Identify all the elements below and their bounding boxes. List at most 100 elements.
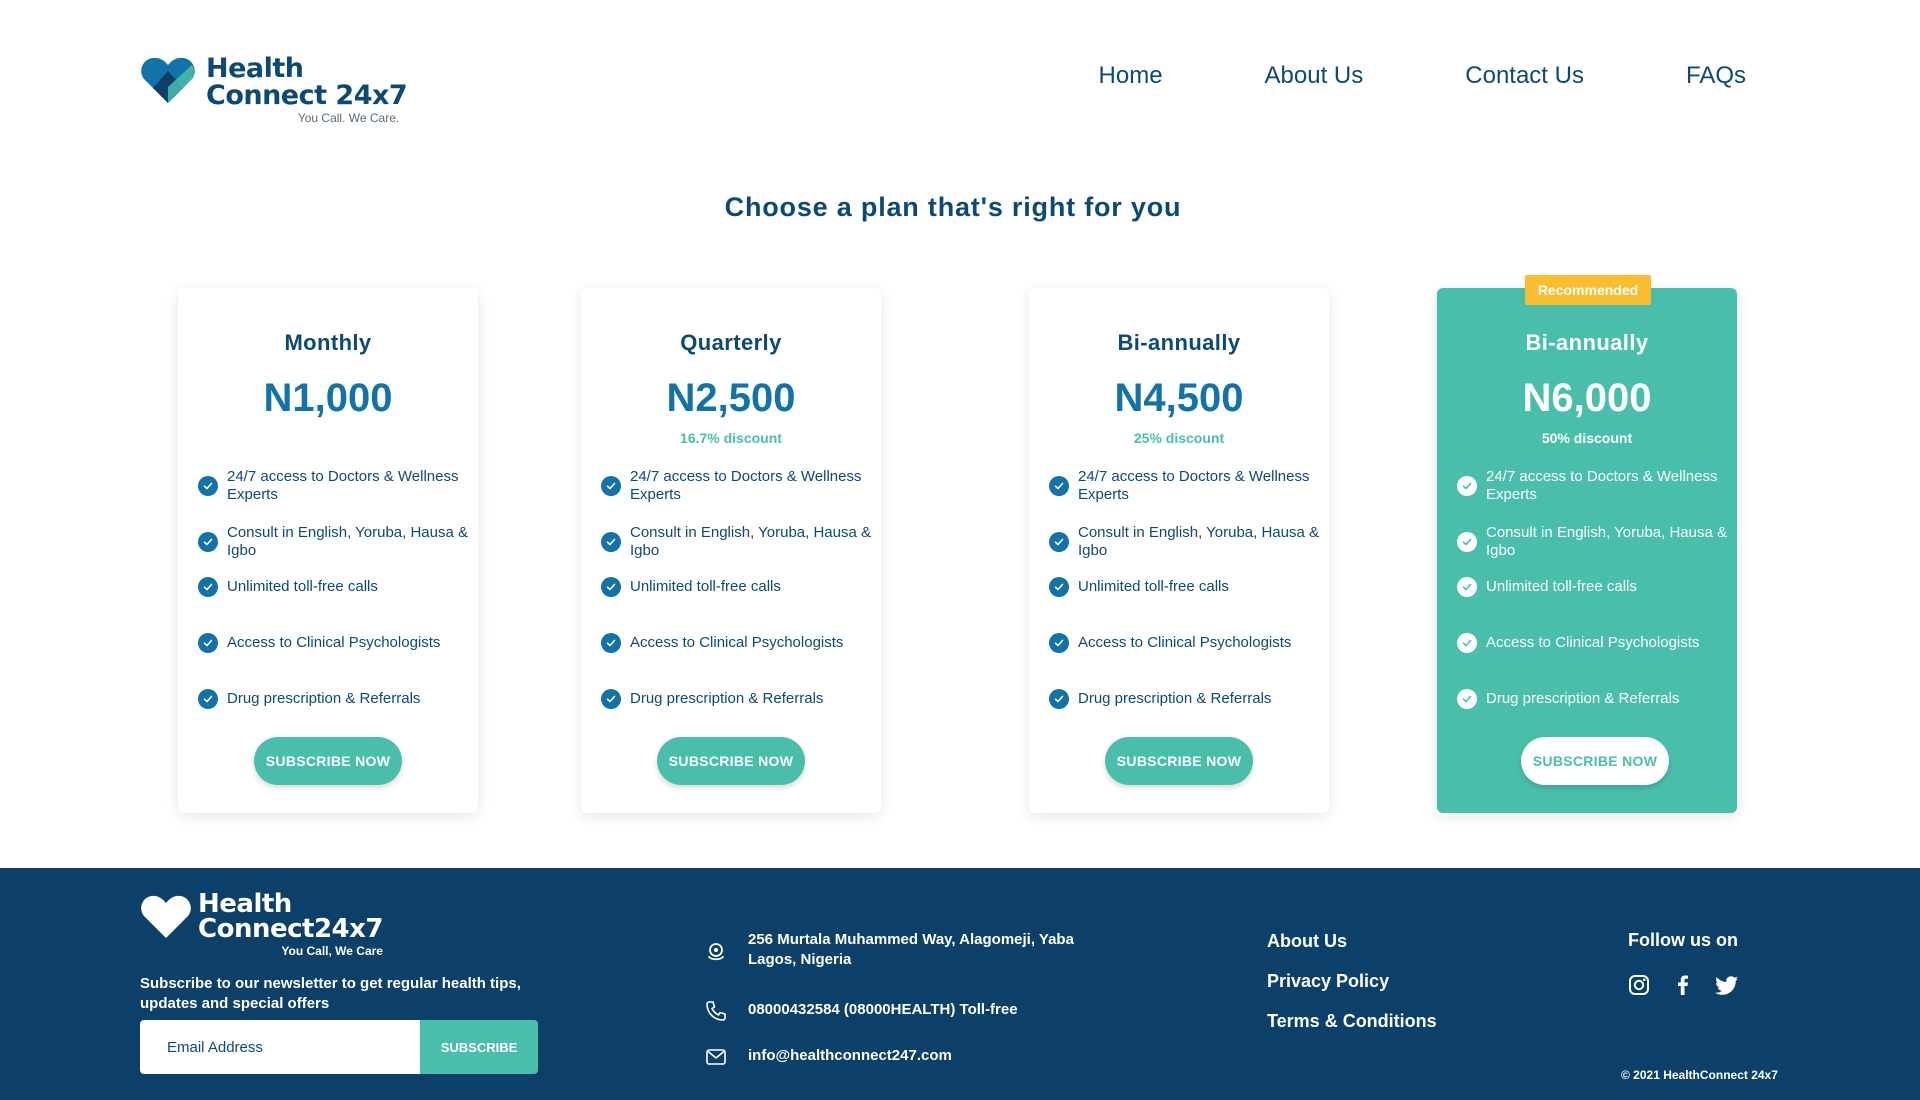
footer-logo-tagline: You Call, We Care <box>281 944 383 958</box>
feature-item: Unlimited toll-free calls <box>1457 576 1727 598</box>
nav-contact-us[interactable]: Contact Us <box>1465 62 1584 90</box>
main-nav: Home About Us Contact Us FAQs <box>1099 62 1746 90</box>
email-text[interactable]: info@healthconnect247.com <box>748 1046 952 1066</box>
recommended-badge: Recommended <box>1525 275 1651 305</box>
feature-item: Consult in English, Yoruba, Hausa & Igbo <box>198 522 468 562</box>
logo-tagline: You Call. We Care. <box>297 111 400 125</box>
site-footer: Health Connect24x7 You Call, We Care Sub… <box>0 868 1920 1100</box>
feature-item: Drug prescription & Referrals <box>198 688 468 710</box>
feature-item: Drug prescription & Referrals <box>1049 688 1319 710</box>
feature-label: 24/7 access to Doctors & Wellness Expert… <box>227 468 459 503</box>
feature-list: 24/7 access to Doctors & Wellness Expert… <box>1457 466 1727 710</box>
nav-home[interactable]: Home <box>1099 62 1163 90</box>
plan-price: N2,500 <box>666 376 796 420</box>
feature-item: Unlimited toll-free calls <box>1049 576 1319 598</box>
check-circle-icon <box>1049 689 1069 709</box>
feature-label: Access to Clinical Psychologists <box>630 634 844 651</box>
feature-label: Drug prescription & Referrals <box>630 690 824 707</box>
feature-label: Access to Clinical Psychologists <box>1078 634 1292 651</box>
check-circle-icon <box>601 689 621 709</box>
check-circle-icon <box>1049 633 1069 653</box>
feature-label: Drug prescription & Referrals <box>1078 690 1272 707</box>
page-title: Choose a plan that's right for you <box>724 192 1182 222</box>
feature-label: 24/7 access to Doctors & Wellness Expert… <box>1486 468 1718 503</box>
logo-text-line2: Connect 24x7 <box>206 80 408 111</box>
plan-price: N4,500 <box>1114 376 1244 420</box>
footer-logo-line2: Connect24x7 <box>198 914 383 944</box>
feature-label: Consult in English, Yoruba, Hausa & Igbo <box>227 524 468 559</box>
feature-label: Drug prescription & Referrals <box>1486 690 1680 707</box>
feature-item: Access to Clinical Psychologists <box>601 632 871 654</box>
feature-label: Consult in English, Yoruba, Hausa & Igbo <box>630 524 871 559</box>
feature-label: Unlimited toll-free calls <box>1486 578 1637 595</box>
plan-discount: 16.7% discount <box>680 430 782 446</box>
social-links <box>1626 972 1740 998</box>
check-circle-icon <box>601 633 621 653</box>
subscribe-now-button[interactable]: SUBSCRIBE NOW <box>1521 737 1669 785</box>
footer-link-terms[interactable]: Terms & Conditions <box>1267 1010 1437 1032</box>
feature-item: Access to Clinical Psychologists <box>1049 632 1319 654</box>
plan-name: Bi-annually <box>1117 330 1241 355</box>
check-circle-icon <box>1457 476 1477 496</box>
check-circle-icon <box>198 532 218 552</box>
check-circle-icon <box>198 689 218 709</box>
feature-item: Consult in English, Yoruba, Hausa & Igbo <box>1457 522 1727 562</box>
phone-row: 08000432584 (08000HEALTH) Toll-free <box>704 1000 1018 1023</box>
logo-text-line1: Health <box>206 53 304 84</box>
plan-discount: 25% discount <box>1133 430 1225 446</box>
check-circle-icon <box>1457 577 1477 597</box>
plans-section: Monthly N1,000 24/7 access to Doctors & … <box>0 275 1920 813</box>
subscribe-now-button[interactable]: SUBSCRIBE NOW <box>254 737 402 785</box>
email-field[interactable] <box>140 1020 420 1074</box>
plan-name: Quarterly <box>680 330 782 355</box>
phone-text[interactable]: 08000432584 (08000HEALTH) Toll-free <box>748 1000 1018 1020</box>
phone-icon <box>706 1001 726 1021</box>
feature-label: Consult in English, Yoruba, Hausa & Igbo <box>1486 524 1727 559</box>
plan-card-monthly: Monthly N1,000 24/7 access to Doctors & … <box>178 288 478 813</box>
feature-label: Access to Clinical Psychologists <box>227 634 441 651</box>
address-row: 256 Murtala Muhammed Way, Alagomeji, Yab… <box>704 930 1088 970</box>
address-text: 256 Murtala Muhammed Way, Alagomeji, Yab… <box>748 931 1074 968</box>
feature-label: Access to Clinical Psychologists <box>1486 634 1700 651</box>
plan-card-bi-annually: Bi-annually N4,500 25% discount 24/7 acc… <box>1029 288 1329 813</box>
feature-item: Consult in English, Yoruba, Hausa & Igbo <box>1049 522 1319 562</box>
footer-link-about-us[interactable]: About Us <box>1267 930 1437 952</box>
check-circle-icon <box>1049 476 1069 496</box>
feature-label: Unlimited toll-free calls <box>630 578 781 595</box>
feature-label: Unlimited toll-free calls <box>227 578 378 595</box>
facebook-icon[interactable] <box>1670 972 1696 998</box>
newsletter-subscribe-button[interactable]: SUBSCRIBE <box>420 1020 538 1074</box>
feature-label: Drug prescription & Referrals <box>227 690 421 707</box>
feature-item: Drug prescription & Referrals <box>601 688 871 710</box>
plan-card-bi-annually-recommended: Recommended Bi-annually N6,000 50% disco… <box>1437 275 1737 813</box>
feature-label: 24/7 access to Doctors & Wellness Expert… <box>630 468 862 503</box>
subscribe-now-button[interactable]: SUBSCRIBE NOW <box>657 737 805 785</box>
plan-price: N1,000 <box>263 376 393 420</box>
check-circle-icon <box>1049 577 1069 597</box>
check-circle-icon <box>198 577 218 597</box>
nav-faqs[interactable]: FAQs <box>1686 62 1746 90</box>
twitter-icon[interactable] <box>1714 972 1740 998</box>
logo[interactable]: Health Connect 24x7 You Call. We Care. <box>140 53 408 125</box>
location-pin-icon <box>708 943 724 961</box>
feature-item: 24/7 access to Doctors & Wellness Expert… <box>1457 466 1727 506</box>
follow-label: Follow us on <box>1628 930 1738 950</box>
plan-name: Bi-annually <box>1525 330 1649 355</box>
footer-link-privacy-policy[interactable]: Privacy Policy <box>1267 970 1437 992</box>
check-circle-icon <box>1457 689 1477 709</box>
feature-label: 24/7 access to Doctors & Wellness Expert… <box>1078 468 1310 503</box>
nav-about-us[interactable]: About Us <box>1265 62 1364 90</box>
instagram-icon[interactable] <box>1626 972 1652 998</box>
feature-item: 24/7 access to Doctors & Wellness Expert… <box>601 466 871 506</box>
feature-item: Unlimited toll-free calls <box>198 576 468 598</box>
check-circle-icon <box>601 476 621 496</box>
subscribe-now-button[interactable]: SUBSCRIBE NOW <box>1105 737 1253 785</box>
site-header: Health Connect 24x7 You Call. We Care. H… <box>0 0 1920 150</box>
newsletter-text: Subscribe to our newsletter to get regul… <box>140 975 521 1012</box>
mail-icon <box>706 1049 726 1065</box>
footer-logo[interactable]: Health Connect24x7 You Call, We Care <box>140 891 383 958</box>
check-circle-icon <box>198 633 218 653</box>
feature-list: 24/7 access to Doctors & Wellness Expert… <box>198 466 468 710</box>
check-circle-icon <box>1457 633 1477 653</box>
check-circle-icon <box>601 577 621 597</box>
